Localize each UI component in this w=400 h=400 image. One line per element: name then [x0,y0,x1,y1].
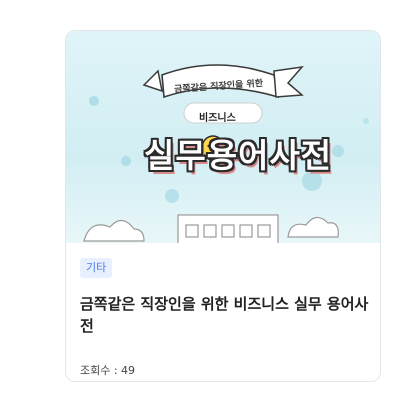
card-title[interactable]: 금쪽같은 직장인을 위한 비즈니스 실무 용어사전 [80,293,370,337]
category-tag[interactable]: 기타 [80,258,113,278]
card-thumbnail[interactable]: 금쪽같은 직장인을 위한 비즈니스 실무용어사전 [66,31,380,243]
thumbnail-big-title: 실무용어사전 [144,136,333,175]
thumbnail-badge-text: 비즈니스 [199,113,236,124]
content-card[interactable]: 금쪽같은 직장인을 위한 비즈니스 실무용어사전 기타 금쪽같은 직장인을 위한… [65,30,381,382]
view-count: 조회수 : 49 [80,364,136,377]
card-body: 기타 금쪽같은 직장인을 위한 비즈니스 실무 용어사전 조회수 : 49 [66,243,380,381]
